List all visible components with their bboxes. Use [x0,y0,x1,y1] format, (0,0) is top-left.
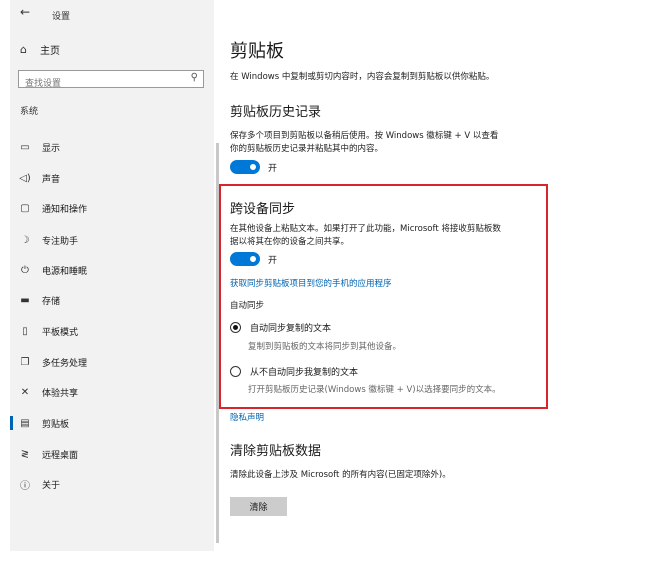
get-phone-app-link[interactable]: 获取同步剪贴板项目到您的手机的应用程序 [230,277,392,289]
display-icon: ▭ [20,141,30,153]
home-label: 主页 [40,46,60,57]
history-heading: 剪贴板历史记录 [230,105,322,120]
sidebar-item-label: 专注助手 [42,236,79,247]
sidebar-item-clipboard[interactable]: ▤ 剪贴板 [10,411,214,435]
sidebar-item-label: 远程桌面 [42,450,79,461]
sidebar-item-label: 电源和睡眠 [42,266,88,277]
notification-icon: ▢ [20,202,30,214]
sidebar-item-focus-assist[interactable]: ☽ 专注助手 [10,228,214,252]
sound-icon: ◁) [19,172,31,184]
sidebar-item-label: 声音 [42,174,61,185]
history-toggle-label: 开 [268,163,278,174]
sync-toggle[interactable] [230,252,260,266]
active-indicator [10,416,13,430]
clear-heading: 清除剪贴板数据 [230,444,322,459]
main-content: 剪贴板 在 Windows 中复制或剪切内容时，内容会复制到剪贴板以供你粘贴。 … [230,0,670,583]
clear-text: 清除此设备上涉及 Microsoft 的所有内容(已固定项除外)。 [230,470,451,480]
radio-button-unchecked[interactable] [230,366,241,377]
sidebar-item-tablet[interactable]: ▯ 平板模式 [10,319,214,343]
sidebar-item-label: 剪贴板 [42,419,70,430]
sidebar-item-label: 关于 [42,480,61,491]
multitasking-icon: ❐ [20,356,30,368]
sync-toggle-row: 开 [230,252,277,266]
radio-never-sync[interactable]: 从不自动同步我复制的文本 [230,365,358,378]
sync-heading: 跨设备同步 [230,202,296,217]
search-box: ⚲ [18,70,204,92]
history-text-line2: 你的剪贴板历史记录并粘贴其中的内容。 [230,144,384,154]
sidebar-item-label: 平板模式 [42,327,79,338]
clear-button[interactable]: 清除 [230,497,287,516]
sync-text-line2: 据以将其在你的设备之间共享。 [230,237,350,247]
radio-button-checked[interactable] [230,322,241,333]
sidebar-item-label: 多任务处理 [42,358,88,369]
sidebar-item-sound[interactable]: ◁) 声音 [10,166,214,190]
sync-text-line1: 在其他设备上粘贴文本。如果打开了此功能，Microsoft 将接收剪贴板数 [230,224,501,234]
sync-toggle-label: 开 [268,255,278,266]
remote-desktop-icon: ≷ [20,448,30,460]
info-icon: ⓘ [20,480,30,492]
radio-auto-sync[interactable]: 自动同步复制的文本 [230,321,331,334]
radio-never-sync-label: 从不自动同步我复制的文本 [250,368,359,378]
sidebar-item-shared-experience[interactable]: ✕ 体验共享 [10,380,214,404]
sidebar: ← 设置 ⌂ 主页 ⚲ 系统 ▭ 显示 ◁) 声音 ▢ 通知和操作 ☽ 专注助手… [10,0,219,551]
page-title: 剪贴板 [230,41,284,62]
toggle-knob [250,256,256,262]
search-input[interactable] [19,76,185,92]
sidebar-item-label: 体验共享 [42,388,79,399]
privacy-link[interactable]: 隐私声明 [230,411,264,423]
radio-never-sync-description: 打开剪贴板历史记录(Windows 徽标键 + V)以选择要同步的文本。 [248,385,501,395]
sync-text: 在其他设备上粘贴文本。如果打开了此功能，Microsoft 将接收剪贴板数 据以… [230,223,501,249]
auto-sync-label: 自动同步 [230,301,265,311]
radio-auto-sync-label: 自动同步复制的文本 [250,324,332,334]
focus-assist-icon: ☽ [20,234,30,246]
page-description: 在 Windows 中复制或剪切内容时，内容会复制到剪贴板以供你粘贴。 [230,72,495,82]
sidebar-item-notifications[interactable]: ▢ 通知和操作 [10,196,214,220]
section-label-system: 系统 [20,107,39,117]
storage-icon: ▬ [20,294,30,306]
history-toggle[interactable] [230,160,260,174]
sidebar-item-home[interactable]: ⌂ 主页 [20,42,60,57]
sidebar-item-label: 存储 [42,296,61,307]
history-toggle-row: 开 [230,160,277,174]
tablet-icon: ▯ [22,325,28,337]
sidebar-item-label: 显示 [42,143,61,154]
toggle-knob [250,164,256,170]
history-text: 保存多个项目到剪贴板以备稍后使用。按 Windows 徽标键 + V 以查看 你… [230,130,498,156]
sidebar-item-multitasking[interactable]: ❐ 多任务处理 [10,350,214,374]
sidebar-item-about[interactable]: ⓘ 关于 [10,472,214,496]
clipboard-icon: ▤ [20,417,30,429]
shared-experience-icon: ✕ [20,386,30,398]
home-icon: ⌂ [20,43,27,56]
sidebar-item-display[interactable]: ▭ 显示 [10,135,214,159]
power-icon: ⏻ [21,264,29,276]
window-title: 设置 [52,12,71,22]
sidebar-item-remote-desktop[interactable]: ≷ 远程桌面 [10,442,214,466]
search-icon[interactable]: ⚲ [191,72,198,83]
sidebar-item-label: 通知和操作 [42,204,88,215]
radio-auto-sync-description: 复制到剪贴板的文本将同步到其他设备。 [248,342,402,352]
history-text-line1: 保存多个项目到剪贴板以备稍后使用。按 Windows 徽标键 + V 以查看 [230,131,499,141]
sidebar-item-storage[interactable]: ▬ 存储 [10,288,214,312]
back-arrow-icon[interactable]: ← [20,5,30,19]
sidebar-item-power[interactable]: ⏻ 电源和睡眠 [10,258,214,282]
